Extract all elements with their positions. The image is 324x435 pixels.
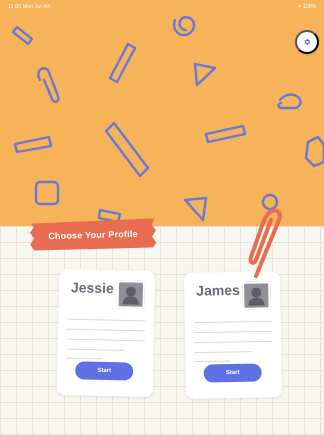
paperclip-icon <box>248 208 282 278</box>
profile-name: Jessie <box>70 279 114 297</box>
avatar <box>116 280 146 309</box>
gear-icon <box>304 39 311 45</box>
profile-name: James <box>196 281 240 299</box>
status-battery: ✦ 100% <box>297 4 316 10</box>
status-time: 11:00 Mon Jul 4th <box>8 4 51 10</box>
card-lines <box>193 320 273 363</box>
start-button[interactable]: Start <box>203 363 262 383</box>
status-bar: 11:00 Mon Jul 4th ✦ 100% <box>0 0 324 14</box>
header-area <box>0 0 324 226</box>
avatar <box>242 281 271 310</box>
card-lines <box>66 318 146 360</box>
profile-card-james[interactable]: James Start <box>183 271 283 399</box>
person-icon <box>248 287 265 306</box>
settings-button[interactable] <box>295 30 319 54</box>
choose-profile-banner: Choose Your Profile <box>28 217 159 251</box>
tape-shape <box>29 218 157 251</box>
decorative-stationery-doodles <box>11 16 324 224</box>
person-icon <box>122 286 139 305</box>
start-button[interactable]: Start <box>75 361 134 381</box>
profile-card-jessie[interactable]: Jessie Start <box>56 269 156 397</box>
